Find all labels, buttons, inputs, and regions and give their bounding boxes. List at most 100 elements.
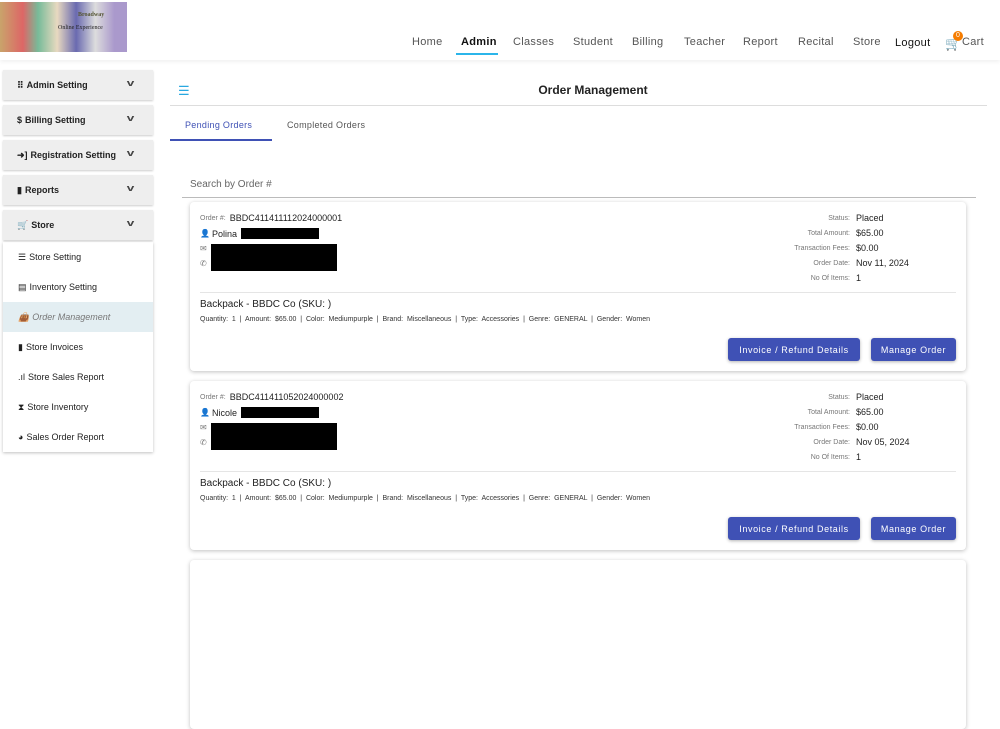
chevron-down-icon: v (126, 183, 135, 193)
item-label: Inventory Setting (29, 282, 98, 292)
nav-classes[interactable]: Classes (513, 36, 554, 48)
order-number-label: Order #: (200, 214, 226, 222)
sidebar-item-store-setting[interactable]: ☰ Store Setting (3, 242, 153, 272)
item-label: Store Setting (29, 252, 82, 262)
signal-icon: .ıl (18, 372, 26, 382)
item-label: Sales Order Report (26, 432, 104, 442)
sidebar: ⠿ Admin Setting v $ Billing Setting v ➜] Regi… (3, 70, 153, 452)
section-label: Reports (24, 185, 59, 195)
email-icon: ✉ (200, 423, 207, 432)
items-label: No Of Items: (810, 454, 850, 461)
nav-home[interactable]: Home (412, 36, 443, 48)
hourglass-icon: ⧗ (18, 401, 25, 412)
logout-link[interactable]: Logout (895, 37, 930, 49)
fees-label: Transaction Fees: (794, 245, 850, 252)
active-tab-indicator (170, 139, 272, 141)
product-details: Quantity: 1 | Amount: $65.00 | Color: Me… (200, 316, 651, 323)
phone-icon: ✆ (200, 438, 207, 447)
chevron-down-icon: v (126, 113, 135, 123)
redacted-contact (211, 423, 337, 450)
fees-label: Transaction Fees: (794, 424, 850, 431)
redacted-contact (211, 244, 337, 271)
chevron-down-icon: v (126, 148, 135, 158)
date-value: Nov 05, 2024 (856, 437, 910, 447)
section-label: Billing Setting (25, 115, 86, 125)
logo[interactable]: Broadway Online Experience (0, 2, 127, 52)
list-icon: ☰ (18, 251, 27, 262)
user-icon: 👤 (200, 229, 210, 238)
redacted-surname (241, 407, 320, 418)
nav-billing[interactable]: Billing (632, 36, 663, 48)
sidebar-item-store-inventory[interactable]: ⧗ Store Inventory (3, 392, 153, 422)
invoice-refund-details-button[interactable]: Invoice / Refund Details (728, 517, 860, 540)
sidebar-section-admin-setting[interactable]: ⠿ Admin Setting v (3, 70, 153, 100)
user-icon: 👤 (200, 408, 210, 417)
sidebar-section-registration-setting[interactable]: ➜] Registration Setting v (3, 140, 153, 170)
nav-admin[interactable]: Admin (461, 36, 497, 48)
tab-pending-orders[interactable]: Pending Orders (185, 120, 252, 130)
section-label: Admin Setting (26, 80, 88, 90)
nav-recital[interactable]: Recital (798, 36, 834, 48)
divider (170, 105, 987, 106)
order-card: Order #: BBDC411411052024000002 👤 Nicole ✉… (190, 381, 966, 550)
store-submenu: ☰ Store Setting ▤ Inventory Setting 👜 Order… (3, 242, 153, 452)
sidebar-item-inventory-setting[interactable]: ▤ Inventory Setting (3, 272, 153, 302)
phone-icon: ✆ (200, 259, 207, 268)
cart-link[interactable]: Cart (962, 36, 984, 48)
nav-store[interactable]: Store (853, 36, 881, 48)
status-label: Status: (828, 394, 850, 401)
manage-order-button[interactable]: Manage Order (871, 517, 956, 540)
order-number: BBDC411411112024000001 (229, 213, 343, 223)
product-title: Backpack - BBDC Co (SKU: ) (200, 478, 332, 489)
sidebar-section-billing-setting[interactable]: $ Billing Setting v (3, 105, 153, 135)
items-value: 1 (856, 273, 862, 283)
customer-name: Nicole (212, 407, 238, 418)
sidebar-section-store[interactable]: 🛒 Store v (3, 210, 153, 240)
product-title: Backpack - BBDC Co (SKU: ) (200, 299, 332, 310)
items-value: 1 (856, 452, 862, 462)
bar-chart-icon: ▮ (17, 184, 22, 195)
divider (200, 471, 956, 472)
item-label: Store Sales Report (28, 372, 105, 382)
email-icon: ✉ (200, 244, 207, 253)
sidebar-item-store-sales-report[interactable]: .ıl Store Sales Report (3, 362, 153, 392)
chevron-down-icon: v (126, 218, 135, 228)
section-label: Store (31, 220, 55, 230)
order-number: BBDC411411052024000002 (229, 392, 344, 402)
item-label: Store Inventory (27, 402, 89, 412)
total-label: Total Amount: (807, 409, 850, 416)
date-label: Order Date: (813, 439, 850, 446)
invoice-icon: ▮ (18, 341, 23, 352)
date-value: Nov 11, 2024 (856, 258, 909, 268)
total-value: $65.00 (856, 407, 884, 417)
total-label: Total Amount: (807, 230, 850, 237)
item-label: Order Management (32, 312, 111, 322)
nav-report[interactable]: Report (743, 36, 778, 48)
sidebar-item-sales-order-report[interactable]: ◕ Sales Order Report (3, 422, 153, 452)
manage-order-button[interactable]: Manage Order (871, 338, 956, 361)
top-header: Broadway Online Experience Home Admin Cl… (0, 0, 1000, 60)
logo-tagline: Online Experience (58, 25, 103, 31)
sidebar-section-reports[interactable]: ▮ Reports v (3, 175, 153, 205)
status-value: Placed (856, 392, 884, 402)
grid-icon: ⠿ (17, 79, 24, 90)
redacted-surname (241, 228, 320, 239)
page-title: Order Management (538, 83, 648, 97)
order-card: Order #: BBDC411411112024000001 👤 Polina ✉… (190, 202, 966, 371)
sidebar-item-store-invoices[interactable]: ▮ Store Invoices (3, 332, 153, 362)
tab-completed-orders[interactable]: Completed Orders (287, 120, 365, 130)
total-value: $65.00 (856, 228, 884, 238)
product-details: Quantity: 1 | Amount: $65.00 | Color: Me… (200, 495, 651, 502)
search-order-input[interactable] (182, 172, 976, 198)
invoice-refund-details-button[interactable]: Invoice / Refund Details (728, 338, 860, 361)
customer-name: Polina (212, 228, 238, 239)
nav-teacher[interactable]: Teacher (684, 36, 725, 48)
order-number-label: Order #: (200, 393, 226, 401)
order-card-partial (190, 560, 966, 729)
date-label: Order Date: (813, 260, 850, 267)
sidebar-item-order-management[interactable]: 👜 Order Management (3, 302, 153, 332)
items-label: No Of Items: (810, 275, 850, 282)
nav-active-indicator (456, 53, 498, 55)
dollar-icon: $ (17, 115, 23, 125)
nav-student[interactable]: Student (573, 36, 613, 48)
